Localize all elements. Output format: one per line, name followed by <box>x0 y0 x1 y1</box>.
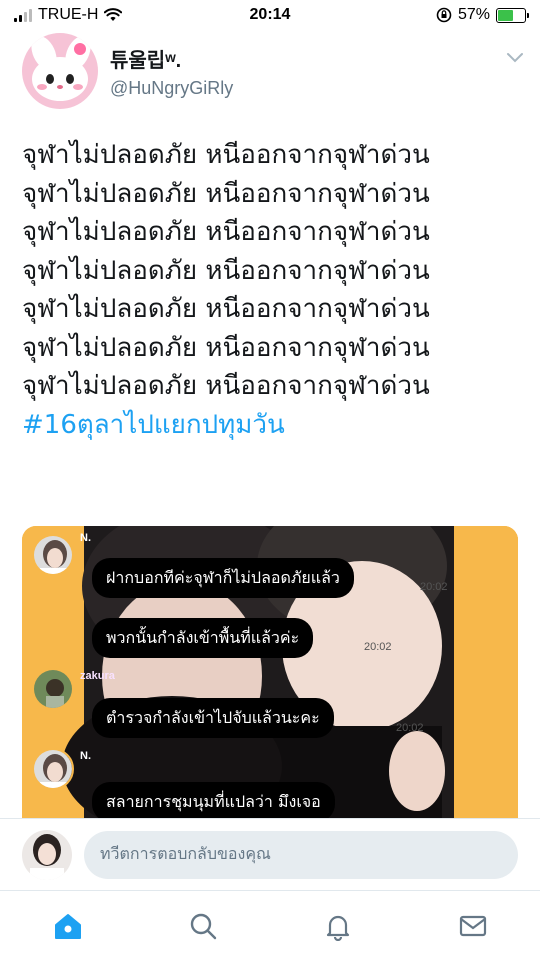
tweet-line: จุฬาไม่ปลอดภัย หนีออกจากจุฬาด่วน <box>22 178 430 209</box>
chat-sender-name: N. <box>80 532 91 544</box>
tweet-text: จุฬาไม่ปลอดภัย หนีออกจากจุฬาด่วน จุฬาไม่… <box>22 136 527 444</box>
user-meta: 튜울립ʷ. @HuNgryGiRly <box>110 44 233 99</box>
chat-sender-name: N. <box>80 750 91 762</box>
status-right: 57% <box>436 6 529 24</box>
reply-bar: ทวีตการตอบกลับของคุณ <box>0 818 540 890</box>
hashtag-link[interactable]: #16ตุลาไปแยกปทุมวัน <box>22 406 527 445</box>
tab-search[interactable] <box>173 901 233 951</box>
tweet-header: 튜울립ʷ. @HuNgryGiRly <box>22 32 524 110</box>
chat-time: 20:02 <box>420 581 448 593</box>
chat-sender-name: zakura <box>80 670 115 682</box>
tab-notifications[interactable] <box>308 901 368 951</box>
signal-icon <box>14 8 32 22</box>
status-bar: TRUE-H 20:14 57% <box>0 0 540 30</box>
battery-icon <box>496 7 529 23</box>
chat-bubble: ตำรวจกำลังเข้าไปจับแล้วนะคะ <box>92 698 334 738</box>
chat-avatar <box>32 668 74 710</box>
author-avatar[interactable] <box>22 33 98 109</box>
chat-bubble: สลายการชุมนุมที่แปลว่า มึงเจอ <box>92 782 335 818</box>
carrier-label: TRUE-H <box>38 6 99 23</box>
orientation-lock-icon <box>436 7 452 23</box>
reply-input[interactable]: ทวีตการตอบกลับของคุณ <box>84 830 518 879</box>
tweet-line: จุฬาไม่ปลอดภัย หนีออกจากจุฬาด่วน <box>22 255 430 286</box>
notifications-icon <box>326 915 349 941</box>
chat-time: 20:02 <box>396 722 424 734</box>
home-icon <box>54 914 81 939</box>
status-left: TRUE-H <box>14 6 123 24</box>
messages-icon <box>459 915 486 937</box>
user-handle[interactable]: @HuNgryGiRly <box>110 78 233 99</box>
tweet-line: จุฬาไม่ปลอดภัย หนีออกจากจุฬาด่วน <box>22 140 430 170</box>
battery-percent: 57% <box>457 6 490 23</box>
tab-messages[interactable] <box>443 901 503 951</box>
tweet-line: จุฬาไม่ปลอดภัย หนีออกจากจุฬาด่วน <box>22 217 430 247</box>
battery-fill <box>498 9 513 21</box>
chat-time: 20:02 <box>364 641 392 653</box>
tweet-line: จุฬาไม่ปลอดภัย หนีออกจากจุฬาด่วน <box>22 332 430 363</box>
chevron-down-icon[interactable] <box>506 52 524 64</box>
tweet-media-image[interactable]: N. ฝากบอกทีค่ะจุฬาก็ไม่ปลอดภัยแล้ว 20:02… <box>22 526 518 818</box>
chat-avatar <box>32 748 74 790</box>
bottom-tab-bar <box>0 890 540 961</box>
chat-bubble: พวกนั้นกำลังเข้าพื้นที่แล้วค่ะ <box>92 618 314 658</box>
tweet-line: จุฬาไม่ปลอดภัย หนีออกจากจุฬาด่วน <box>22 294 430 324</box>
chat-avatar <box>32 534 74 576</box>
search-icon <box>190 913 216 940</box>
tweet-line: จุฬาไม่ปลอดภัย หนีออกจากจุฬาด่วน <box>22 371 430 401</box>
chat-bubble: ฝากบอกทีค่ะจุฬาก็ไม่ปลอดภัยแล้ว <box>92 558 354 598</box>
wifi-icon <box>104 8 123 21</box>
tab-home[interactable] <box>38 901 98 951</box>
current-user-avatar[interactable] <box>22 829 72 880</box>
display-name[interactable]: 튜울립ʷ. <box>110 44 233 73</box>
